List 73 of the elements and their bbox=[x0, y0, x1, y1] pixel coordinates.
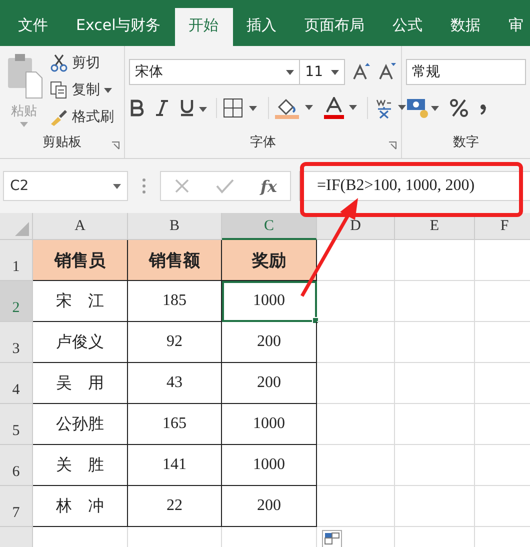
row-header[interactable]: 6 bbox=[0, 445, 33, 486]
caret-icon bbox=[286, 70, 294, 74]
underline-icon[interactable] bbox=[179, 99, 207, 117]
ribbon-tab[interactable]: 公式 bbox=[378, 8, 437, 46]
italic-icon[interactable] bbox=[154, 99, 170, 117]
table-cell: 林 冲 bbox=[33, 486, 128, 527]
table-cell: 关 胜 bbox=[33, 445, 128, 486]
table-cell: 宋 江 bbox=[33, 281, 128, 322]
font-size-dropdown[interactable]: 11 bbox=[299, 59, 345, 85]
table-cell: 22 bbox=[128, 486, 222, 527]
table-cell: 200 bbox=[222, 322, 317, 363]
table-cell: 200 bbox=[222, 486, 317, 527]
caret-icon bbox=[113, 184, 121, 188]
grip-icon bbox=[142, 178, 146, 194]
column-header[interactable]: A bbox=[33, 213, 128, 240]
column-header[interactable]: C bbox=[222, 213, 317, 240]
ribbon-tab[interactable]: 审 bbox=[494, 8, 530, 46]
clipboard-button[interactable]: 剪切 bbox=[50, 52, 114, 74]
ribbon-tab[interactable]: 页面布局 bbox=[290, 8, 379, 46]
launcher-icon[interactable] bbox=[388, 141, 397, 150]
font-name-dropdown[interactable]: 宋体 bbox=[129, 59, 300, 85]
launcher-icon[interactable] bbox=[111, 141, 120, 150]
table-cell: 奖励 bbox=[222, 240, 317, 281]
copy-icon bbox=[50, 81, 68, 99]
bold-icon[interactable] bbox=[129, 99, 145, 117]
borders-icon[interactable] bbox=[216, 98, 259, 118]
formula-field[interactable]: =IF(B2>100, 1000, 200) bbox=[299, 171, 530, 201]
fill-color-icon[interactable] bbox=[268, 97, 315, 119]
table-cell: 141 bbox=[128, 445, 222, 486]
table-cell: 卢俊义 bbox=[33, 322, 128, 363]
shrink-font-icon[interactable] bbox=[377, 62, 397, 82]
group-label: 数字 bbox=[452, 134, 480, 152]
table-cell: 公孙胜 bbox=[33, 404, 128, 445]
row-header[interactable]: 1 bbox=[0, 240, 33, 281]
group-label: 字体 bbox=[249, 134, 277, 152]
table-cell: 43 bbox=[128, 363, 222, 404]
group-label: 剪贴板 bbox=[42, 134, 82, 152]
table-cell: 165 bbox=[128, 404, 222, 445]
ribbon-tab[interactable]: 数据 bbox=[436, 8, 495, 46]
row-header[interactable]: 2 bbox=[0, 281, 33, 322]
caret-icon bbox=[20, 122, 28, 127]
clipboard-button[interactable]: 复制 bbox=[50, 79, 114, 101]
ribbon-tab[interactable]: Excel与财务 bbox=[62, 8, 175, 46]
column-header[interactable]: B bbox=[128, 213, 222, 240]
insert-function-button[interactable]: fx bbox=[260, 176, 277, 196]
scissors-icon bbox=[50, 54, 68, 72]
table-cell: 吴 用 bbox=[33, 363, 128, 404]
table-cell: 1000 bbox=[222, 404, 317, 445]
ribbon-tab[interactable]: 文件 bbox=[4, 8, 62, 46]
clipboard-button[interactable]: 格式刷 bbox=[50, 106, 114, 128]
table-cell: 1000 bbox=[222, 281, 317, 322]
table-cell: 185 bbox=[128, 281, 222, 322]
caret-icon bbox=[331, 70, 339, 74]
table-cell: 销售额 bbox=[128, 240, 222, 281]
name-box[interactable]: C2 bbox=[3, 171, 128, 201]
table-cell: 销售员 bbox=[33, 240, 128, 281]
table-cell: 200 bbox=[222, 363, 317, 404]
brush-icon bbox=[50, 108, 68, 126]
percent-icon[interactable] bbox=[449, 98, 469, 118]
row-header[interactable]: 7 bbox=[0, 486, 33, 527]
ribbon-tab[interactable]: 开始 bbox=[174, 8, 233, 46]
grow-font-icon[interactable] bbox=[351, 62, 371, 82]
table-cell: 92 bbox=[128, 322, 222, 363]
caret-icon bbox=[104, 88, 112, 92]
quick-analysis-icon[interactable] bbox=[322, 530, 342, 547]
number-format-dropdown[interactable]: 常规 bbox=[406, 59, 526, 85]
font-color-icon[interactable] bbox=[324, 97, 358, 119]
ribbon-tab[interactable]: 插入 bbox=[232, 8, 291, 46]
row-header[interactable]: 4 bbox=[0, 363, 33, 404]
currency-icon[interactable] bbox=[406, 96, 440, 120]
table-cell: 1000 bbox=[222, 445, 317, 486]
row-header[interactable]: 3 bbox=[0, 322, 33, 363]
row-header[interactable]: 5 bbox=[0, 404, 33, 445]
